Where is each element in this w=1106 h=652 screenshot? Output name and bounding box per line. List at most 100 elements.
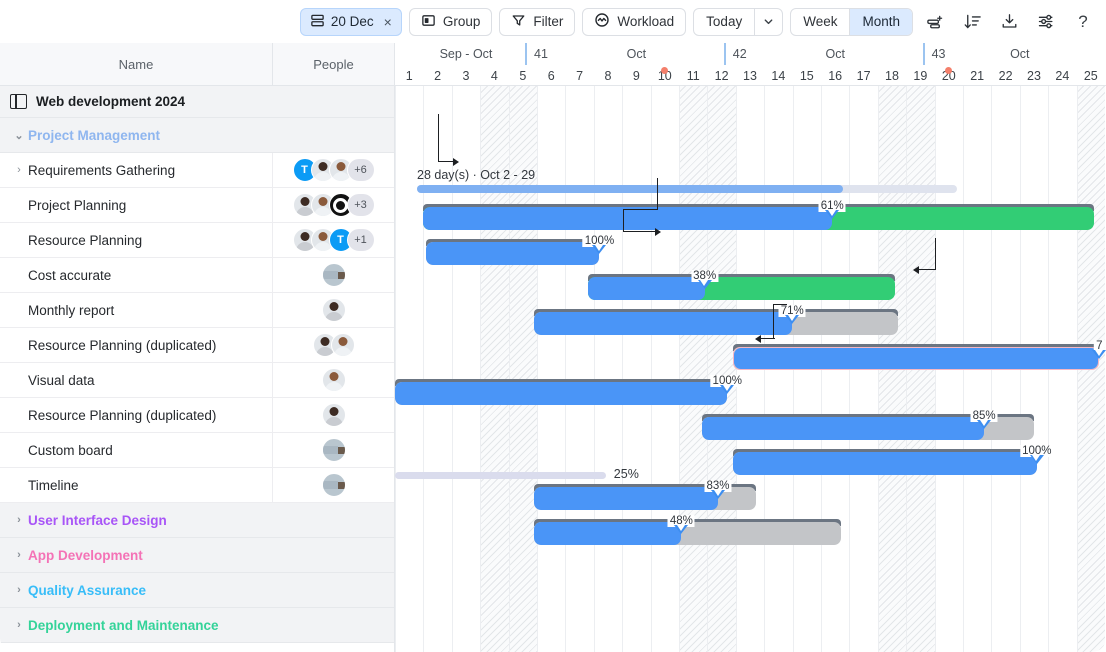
- help-button[interactable]: ?: [1068, 8, 1098, 36]
- gantt-bar[interactable]: [395, 379, 727, 405]
- group-row-project-management[interactable]: ⌄Project Management: [0, 118, 394, 153]
- gantt-bar[interactable]: [733, 449, 1037, 475]
- timeline-grid[interactable]: 28 day(s) · Oct 2 - 2961%100%38%71%7100%…: [395, 86, 1106, 652]
- people-cell[interactable]: T+1: [273, 223, 394, 257]
- chevron-right-icon[interactable]: ›: [10, 584, 28, 596]
- avatar-overflow-count[interactable]: +1: [347, 228, 375, 252]
- chevron-down-icon[interactable]: [754, 9, 782, 35]
- timeline-day-label[interactable]: 5: [509, 65, 537, 86]
- filter-button[interactable]: Filter: [499, 8, 575, 36]
- people-cell[interactable]: [273, 433, 394, 467]
- chevron-down-icon[interactable]: ⌄: [10, 129, 28, 142]
- group-row-app-development[interactable]: ›App Development: [0, 538, 394, 573]
- add-task-icon[interactable]: [920, 8, 950, 36]
- timeline-day-label[interactable]: 14: [764, 65, 792, 86]
- gantt-bar[interactable]: [534, 309, 898, 335]
- timeline-day-label[interactable]: 23: [1020, 65, 1048, 86]
- timeline-day-label[interactable]: 3: [452, 65, 480, 86]
- group-row-quality-assurance[interactable]: ›Quality Assurance: [0, 573, 394, 608]
- avatar[interactable]: [322, 403, 346, 427]
- gantt-progress-marker[interactable]: [977, 420, 991, 429]
- gantt-bar[interactable]: [426, 239, 599, 265]
- sort-icon[interactable]: [957, 8, 987, 36]
- people-cell[interactable]: [273, 398, 394, 432]
- summary-bar[interactable]: [417, 185, 843, 193]
- timeline-day-label[interactable]: 21: [963, 65, 991, 86]
- timeline-day-label[interactable]: 11: [679, 65, 707, 86]
- people-cell[interactable]: [273, 328, 394, 362]
- table-row[interactable]: Monthly report: [0, 293, 394, 328]
- group-row-user-interface-design[interactable]: ›User Interface Design: [0, 503, 394, 538]
- gantt-bar[interactable]: [588, 274, 895, 300]
- chevron-right-icon[interactable]: ›: [10, 164, 28, 176]
- table-row[interactable]: Resource Planning (duplicated): [0, 328, 394, 363]
- gantt-bar[interactable]: [733, 344, 1099, 370]
- timeline-day-label[interactable]: 7: [565, 65, 593, 86]
- gantt-progress-marker[interactable]: [674, 525, 688, 534]
- timeline-day-label[interactable]: 15: [793, 65, 821, 86]
- timeline-day-label[interactable]: 17: [849, 65, 877, 86]
- table-row[interactable]: Visual data: [0, 363, 394, 398]
- people-cell[interactable]: [273, 468, 394, 502]
- avatar[interactable]: [322, 298, 346, 322]
- timeline-day-label[interactable]: 13: [736, 65, 764, 86]
- gantt-progress-marker[interactable]: [592, 245, 606, 254]
- avatar[interactable]: [322, 473, 346, 497]
- timeline-day-label[interactable]: 25: [1077, 65, 1105, 86]
- chevron-right-icon[interactable]: ›: [10, 619, 28, 631]
- table-row[interactable]: Custom board: [0, 433, 394, 468]
- settings-sliders-icon[interactable]: [1031, 8, 1061, 36]
- timeline-day-label[interactable]: 16: [821, 65, 849, 86]
- table-row[interactable]: ›Requirements GatheringT+6: [0, 153, 394, 188]
- gantt-progress-marker[interactable]: [1092, 350, 1106, 359]
- chevron-right-icon[interactable]: ›: [10, 514, 28, 526]
- timeline-day-label[interactable]: 22: [991, 65, 1019, 86]
- gantt-progress-marker[interactable]: [711, 490, 725, 499]
- avatar-overflow-count[interactable]: +3: [347, 193, 375, 217]
- timeline-day-label[interactable]: 6: [537, 65, 565, 86]
- zoom-level-group[interactable]: Week Month: [790, 8, 913, 36]
- group-row-deployment-and-maintenance[interactable]: ›Deployment and Maintenance: [0, 608, 394, 643]
- avatar[interactable]: [331, 333, 355, 357]
- avatar[interactable]: [322, 368, 346, 392]
- workload-button[interactable]: Workload: [582, 8, 686, 36]
- gantt-progress-marker[interactable]: [720, 385, 734, 394]
- today-button[interactable]: Today: [694, 9, 754, 35]
- timeline-day-label[interactable]: 9: [622, 65, 650, 86]
- timeline-day-label[interactable]: 24: [1048, 65, 1076, 86]
- timeline-day-label[interactable]: 19: [906, 65, 934, 86]
- gantt-progress-marker[interactable]: [785, 315, 799, 324]
- timeline-day-label[interactable]: 8: [594, 65, 622, 86]
- chevron-right-icon[interactable]: ›: [10, 549, 28, 561]
- today-select[interactable]: Today: [693, 8, 783, 36]
- timeline-day-label[interactable]: 4: [480, 65, 508, 86]
- zoom-week-button[interactable]: Week: [791, 9, 849, 35]
- avatar-overflow-count[interactable]: +6: [347, 158, 375, 182]
- people-cell[interactable]: T+6: [273, 153, 394, 187]
- gantt-progress-marker[interactable]: [825, 210, 839, 219]
- board-row[interactable]: Web development 2024: [0, 86, 394, 118]
- gantt-bar[interactable]: [423, 204, 1093, 230]
- avatar[interactable]: [322, 438, 346, 462]
- people-cell[interactable]: +3: [273, 188, 394, 222]
- gantt-progress-marker[interactable]: [698, 280, 712, 289]
- people-cell[interactable]: [273, 258, 394, 292]
- group-button[interactable]: Group: [409, 8, 493, 36]
- zoom-month-button[interactable]: Month: [849, 9, 912, 35]
- table-row[interactable]: Timeline: [0, 468, 394, 503]
- timeline-day-label[interactable]: 2: [423, 65, 451, 86]
- table-row[interactable]: Resource PlanningT+1: [0, 223, 394, 258]
- timeline-day-label[interactable]: 1: [395, 65, 423, 86]
- people-cell[interactable]: [273, 363, 394, 397]
- timeline-day-label[interactable]: 12: [707, 65, 735, 86]
- close-icon[interactable]: ×: [384, 14, 392, 30]
- download-icon[interactable]: [994, 8, 1024, 36]
- date-chip-button[interactable]: 20 Dec ×: [300, 8, 402, 36]
- table-row[interactable]: Cost accurate: [0, 258, 394, 293]
- table-row[interactable]: Project Planning+3: [0, 188, 394, 223]
- timeline-day-label[interactable]: 18: [878, 65, 906, 86]
- gantt-progress-marker[interactable]: [1030, 455, 1044, 464]
- table-row[interactable]: Resource Planning (duplicated): [0, 398, 394, 433]
- people-cell[interactable]: [273, 293, 394, 327]
- avatar[interactable]: [322, 263, 346, 287]
